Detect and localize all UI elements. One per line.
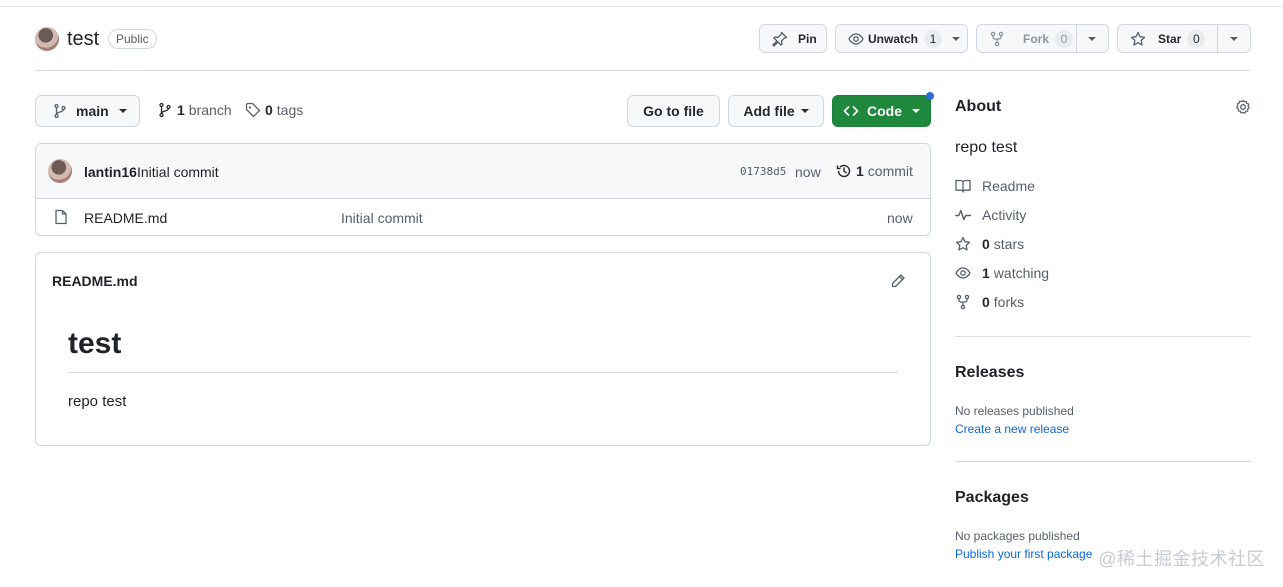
forks-label: forks [993, 294, 1025, 310]
commit-count: 1 [856, 163, 864, 179]
fork-icon [955, 294, 971, 310]
add-file-label: Add file [743, 103, 795, 119]
chevron-down-icon [912, 109, 920, 113]
watch-counter: 1 [924, 29, 943, 48]
readme-body: repo test [68, 393, 127, 410]
sidebar-divider [955, 461, 1251, 462]
branch-selector[interactable]: main [35, 95, 140, 127]
eye-icon [955, 265, 971, 281]
tag-count: 0 [265, 102, 273, 118]
fork-dropdown-chevron-icon[interactable] [1088, 37, 1096, 41]
readme-heading: test [68, 327, 122, 360]
commit-sha[interactable]: 01738d5 [740, 165, 786, 178]
pin-button[interactable]: Pin [759, 24, 827, 53]
watching-label: watching [993, 265, 1050, 281]
readme-heading-rule [68, 372, 898, 373]
file-time: now [887, 210, 913, 226]
star-icon [1130, 31, 1146, 47]
readme-panel: README.md test repo test [35, 252, 931, 446]
code-button[interactable]: Code [832, 95, 931, 127]
commit-time: now [795, 164, 821, 180]
forks-count: 0 [982, 294, 990, 310]
file-row[interactable]: README.md Initial commit now [36, 199, 930, 235]
git-branch-icon [157, 102, 173, 118]
header-divider [35, 70, 1251, 71]
star-button[interactable]: Star 0 [1117, 24, 1251, 53]
stars-link[interactable]: 0 stars [955, 236, 1024, 252]
go-to-file-button[interactable]: Go to file [627, 95, 720, 127]
tags-link[interactable]: 0 tags [245, 102, 303, 118]
code-icon [843, 103, 859, 119]
pulse-icon [955, 207, 971, 223]
add-file-button[interactable]: Add file [728, 95, 824, 127]
watermark-text: @稀土掘金技术社区 [1098, 549, 1265, 569]
sidebar-divider [955, 336, 1251, 337]
eye-icon [848, 31, 864, 47]
chevron-down-icon [800, 109, 809, 113]
publish-package-link[interactable]: Publish your first package [955, 547, 1092, 561]
star-dropdown-chevron-icon[interactable] [1230, 37, 1238, 41]
watching-link[interactable]: 1 watching [955, 265, 1049, 281]
file-list: lantin16 Initial commit 01738d5 now 1 co… [35, 143, 931, 236]
releases-title[interactable]: Releases [955, 364, 1024, 382]
star-icon [955, 236, 971, 252]
owner-avatar[interactable] [35, 27, 59, 51]
unwatch-button[interactable]: Unwatch 1 [835, 24, 968, 53]
star-label: Star [1158, 31, 1182, 46]
gear-icon[interactable] [1235, 99, 1251, 115]
fork-icon [989, 31, 1005, 47]
fork-label: Fork [1023, 31, 1050, 46]
create-release-link[interactable]: Create a new release [955, 422, 1069, 436]
tag-icon [245, 102, 261, 118]
tag-label: tags [276, 102, 304, 118]
latest-commit-bar: lantin16 Initial commit 01738d5 now 1 co… [36, 144, 930, 199]
git-branch-icon [52, 103, 68, 119]
fork-counter: 0 [1055, 29, 1074, 48]
watching-count: 1 [982, 265, 990, 281]
packages-title[interactable]: Packages [955, 489, 1029, 507]
repo-name-link[interactable]: test [67, 28, 99, 51]
go-to-file-label: Go to file [643, 103, 704, 119]
file-commit-message[interactable]: Initial commit [341, 210, 423, 226]
book-icon [955, 178, 971, 194]
readme-filename: README.md [52, 273, 138, 289]
readme-link[interactable]: Readme [955, 178, 1035, 194]
branches-link[interactable]: 1 branch [157, 102, 232, 118]
commit-author[interactable]: lantin16 [84, 164, 137, 180]
branch-count: 1 [177, 102, 185, 118]
visibility-badge: Public [108, 29, 157, 49]
pencil-icon[interactable] [890, 273, 906, 289]
pin-label: Pin [798, 31, 817, 46]
fork-button[interactable]: Fork 0 [976, 24, 1109, 53]
notification-dot [926, 92, 934, 100]
branch-label: branch [188, 102, 232, 118]
branch-name: main [76, 103, 109, 119]
commit-count-label: commit [867, 163, 913, 179]
file-icon [53, 209, 69, 225]
chevron-down-icon [118, 109, 127, 113]
packages-empty-text: No packages published [955, 529, 1080, 543]
about-description: repo test [955, 139, 1018, 156]
pin-icon [772, 31, 788, 47]
top-divider [0, 6, 1283, 7]
commit-message[interactable]: Initial commit [137, 164, 219, 180]
history-icon [836, 163, 852, 179]
commit-history-link[interactable]: 1 commit [836, 163, 913, 179]
star-counter: 0 [1187, 29, 1206, 48]
stars-count: 0 [982, 236, 990, 252]
releases-empty-text: No releases published [955, 404, 1074, 418]
activity-link[interactable]: Activity [955, 207, 1026, 223]
stars-label: stars [993, 236, 1025, 252]
code-label: Code [867, 103, 902, 119]
author-avatar[interactable] [48, 159, 72, 183]
chevron-down-icon [952, 36, 961, 41]
unwatch-label: Unwatch [868, 31, 919, 46]
activity-link-label: Activity [982, 207, 1027, 223]
file-name[interactable]: README.md [84, 210, 167, 226]
readme-link-label: Readme [982, 178, 1035, 194]
forks-link[interactable]: 0 forks [955, 294, 1024, 310]
about-title: About [955, 98, 1002, 115]
